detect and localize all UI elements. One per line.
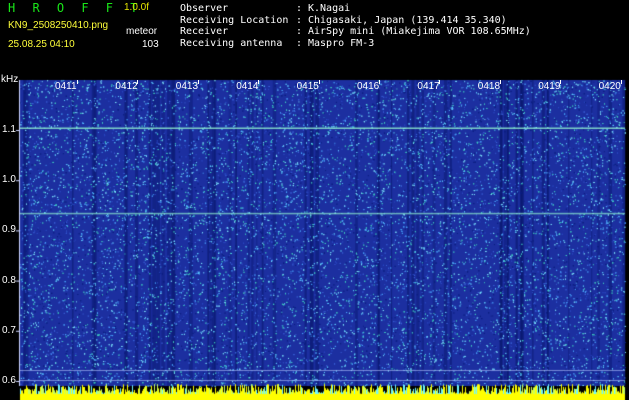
x-tick-mark <box>137 80 139 84</box>
info-key: Receiving antenna <box>180 37 283 49</box>
info-sep: : <box>296 3 303 14</box>
info-value: AirSpy mini (Miakejima VOR 108.65MHz) <box>308 26 531 37</box>
x-tick-mark <box>258 80 260 84</box>
x-tick-mark <box>318 80 320 84</box>
x-tick-label: 0412 <box>115 81 138 92</box>
spectrogram <box>0 76 629 400</box>
x-tick-label: 0415 <box>296 81 319 92</box>
y-tick-label: 0.8 <box>2 274 16 286</box>
x-tick-mark <box>560 80 562 84</box>
x-tick-label: 0414 <box>236 81 259 92</box>
header: H R O F F T 1.0.0f KN9_2508250410.png me… <box>0 0 629 76</box>
x-tick-mark <box>379 80 380 84</box>
x-tick-label: 0413 <box>175 81 199 92</box>
info-sep: : <box>296 14 303 26</box>
y-tick-label: 0.9 <box>2 224 16 236</box>
info-value: K.Nagai <box>308 3 351 14</box>
x-tick-label: 0411 <box>55 81 77 92</box>
info-sep: : <box>296 26 303 37</box>
meteor-count: 103 <box>142 39 159 50</box>
x-tick-label: 0418 <box>477 81 501 92</box>
y-tick-label: 0.7 <box>2 324 16 336</box>
info-value: Maspro FM-3 <box>308 37 375 49</box>
x-tick-label: 0420 <box>598 81 621 92</box>
info-key: Receiver <box>180 26 229 37</box>
x-tick-label: 0416 <box>357 81 380 92</box>
y-tick-label: 1.1 <box>2 124 16 135</box>
x-tick-mark <box>439 80 441 84</box>
y-tick-label: 0.6 <box>2 375 16 386</box>
info-key: Receiving Location <box>180 14 289 26</box>
y-axis-unit: kHz <box>1 74 19 85</box>
meteor-label: meteor <box>126 26 158 37</box>
datetime: 25.08.25 04:10 <box>8 39 75 50</box>
x-tick-label: 0419 <box>538 81 561 92</box>
x-tick-label: 0417 <box>417 81 440 92</box>
y-tick-label: 1.0 <box>2 174 16 186</box>
version-label: 1.0.0f <box>124 2 150 13</box>
x-tick-mark <box>197 80 199 84</box>
app-title: H R O F F T <box>8 1 143 15</box>
info-sep: : <box>296 37 303 49</box>
file-name: KN9_2508250410.png <box>8 20 109 31</box>
info-value: Chigasaki, Japan (139.414 35.340) <box>308 14 507 26</box>
x-tick-mark <box>499 80 501 84</box>
info-key: Observer <box>180 3 229 14</box>
x-tick-mark <box>77 80 78 84</box>
x-tick-mark <box>620 80 622 84</box>
